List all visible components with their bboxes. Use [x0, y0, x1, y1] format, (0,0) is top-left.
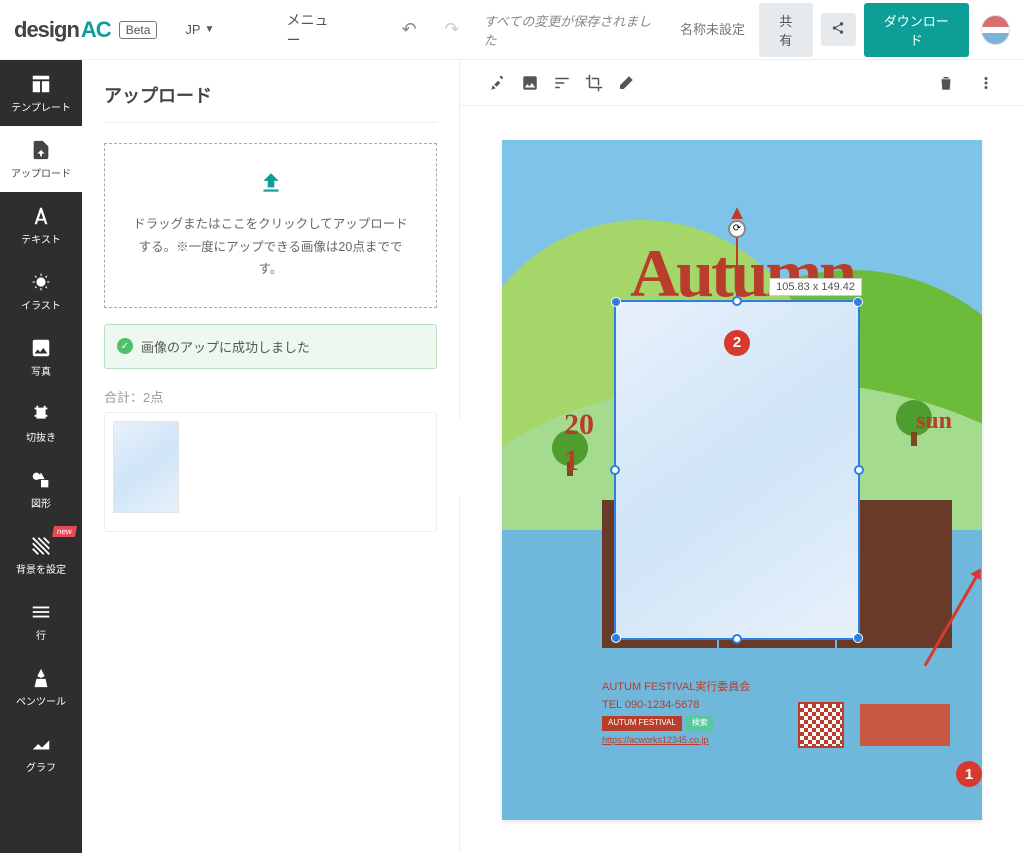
download-button[interactable]: ダウンロード [864, 3, 969, 57]
share-button[interactable]: 共有 [759, 3, 813, 57]
rail-text[interactable]: テキスト [0, 192, 82, 258]
dropzone-text: ドラッグまたはここをクリックしてアップロードする。※一度にアップできる画像は20… [129, 213, 412, 281]
rail-pen[interactable]: ペンツール [0, 654, 82, 720]
resize-handle-s[interactable] [732, 634, 742, 644]
app-logo: designAC [14, 17, 111, 43]
crop-icon [30, 403, 52, 425]
upload-panel: アップロード ドラッグまたはここをクリックしてアップロードする。※一度にアップで… [82, 60, 460, 853]
upload-dropzone[interactable]: ドラッグまたはここをクリックしてアップロードする。※一度にアップできる画像は20… [104, 143, 437, 308]
resize-handle-w[interactable] [610, 465, 620, 475]
sun-icon [30, 271, 52, 293]
language-selector[interactable]: JP ▼ [185, 22, 214, 37]
shapes-icon [30, 469, 52, 491]
panel-title: アップロード [104, 82, 437, 123]
resize-handle-ne[interactable] [853, 297, 863, 307]
upload-success-alert: ✓ 画像のアップに成功しました [104, 324, 437, 369]
editor-stage[interactable]: Autumn オータムフェスティバル 20 1 sun AUTUM FESTIV… [460, 106, 1024, 853]
poster-day: 1 [564, 444, 579, 478]
caret-down-icon: ▼ [205, 24, 215, 35]
dimension-label: 105.83 x 149.42 [769, 278, 862, 296]
rail-illust[interactable]: イラスト [0, 258, 82, 324]
lines-icon [30, 601, 52, 623]
share-link-button[interactable] [821, 13, 856, 46]
magic-icon[interactable] [482, 67, 514, 99]
resize-handle-nw[interactable] [611, 297, 621, 307]
main-menu[interactable]: メニュー [286, 10, 341, 50]
rail-shape[interactable]: 図形 [0, 456, 82, 522]
hatch-icon [30, 535, 52, 557]
rail-photo[interactable]: 写真 [0, 324, 82, 390]
chart-icon [30, 733, 52, 755]
rotation-line [736, 230, 738, 302]
logo-text: design [14, 17, 79, 43]
beta-badge: Beta [119, 21, 158, 39]
selection-box[interactable]: ▲ ⟳ 105.83 x 149.42 2 [614, 300, 860, 640]
image-tool-icon[interactable] [514, 67, 546, 99]
rail-upload[interactable]: アップロード [0, 126, 82, 192]
uploaded-thumbnail[interactable] [113, 421, 179, 513]
callout-2: 2 [724, 330, 750, 356]
success-text: 画像のアップに成功しました [141, 337, 310, 356]
check-icon: ✓ [117, 338, 133, 354]
callout-1: 1 [956, 761, 982, 787]
poster-year: 20 [564, 408, 594, 442]
poster-url: https://acworks12345.co.jp [602, 735, 709, 745]
save-status: すべての変更が保存されました [484, 11, 661, 49]
eraser-icon[interactable] [610, 67, 642, 99]
rail-clip[interactable]: 切抜き [0, 390, 82, 456]
upload-icon [30, 139, 52, 161]
resize-handle-e[interactable] [854, 465, 864, 475]
resize-handle-sw[interactable] [611, 633, 621, 643]
user-avatar[interactable] [981, 15, 1011, 45]
image-icon [30, 337, 52, 359]
rail-line[interactable]: 行 [0, 588, 82, 654]
crop-tool-icon[interactable] [578, 67, 610, 99]
canvas-toolbar [460, 60, 1024, 106]
design-canvas[interactable]: Autumn オータムフェスティバル 20 1 sun AUTUM FESTIV… [502, 140, 982, 820]
new-badge: new [52, 526, 77, 537]
lang-label: JP [185, 22, 200, 37]
rotate-handle[interactable]: ⟳ [728, 220, 746, 238]
adjust-icon[interactable] [546, 67, 578, 99]
share-icon [831, 21, 845, 35]
qr-code [798, 702, 844, 748]
rail-template[interactable]: テンプレート [0, 60, 82, 126]
delete-icon[interactable] [930, 67, 962, 99]
map-box [860, 704, 950, 746]
logo-ac: AC [81, 17, 111, 43]
poster-sun: sun [916, 408, 952, 435]
undo-icon[interactable]: ↶ [401, 19, 416, 40]
cloud-upload-icon [129, 170, 412, 201]
poster-footer: AUTUM FESTIVAL実行委員会 TEL 090-1234-5678 AU… [602, 679, 750, 749]
thumbnail-grid [104, 412, 437, 532]
template-icon [30, 73, 52, 95]
rail-background[interactable]: new 背景を設定 [0, 522, 82, 588]
more-icon[interactable] [970, 67, 1002, 99]
upload-count: 合計：2点 [104, 387, 437, 406]
rail-chart[interactable]: グラフ [0, 720, 82, 786]
resize-handle-n[interactable] [732, 296, 742, 306]
text-icon [30, 205, 52, 227]
pen-icon [30, 667, 52, 689]
side-rail: テンプレート アップロード テキスト イラスト 写真 切抜き 図形 new [0, 60, 82, 853]
design-name-input[interactable] [661, 16, 751, 43]
resize-handle-se[interactable] [853, 633, 863, 643]
redo-icon[interactable]: ↷ [445, 19, 460, 40]
